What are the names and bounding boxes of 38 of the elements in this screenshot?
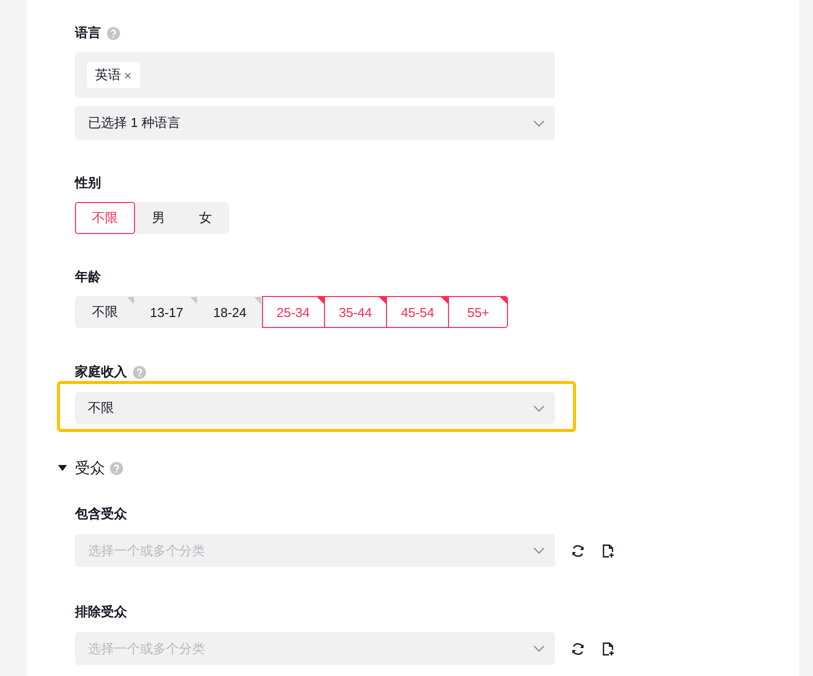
age-option[interactable]: 45-54 bbox=[386, 296, 450, 328]
corner-mark-icon bbox=[127, 297, 134, 304]
corner-mark-icon bbox=[500, 297, 508, 304]
chevron-down-icon bbox=[533, 547, 545, 554]
chevron-down-icon bbox=[533, 645, 545, 652]
income-dropdown[interactable]: 不限 bbox=[75, 392, 555, 424]
corner-mark-icon bbox=[379, 297, 386, 304]
caret-icon[interactable] bbox=[58, 465, 67, 471]
file-add-icon[interactable] bbox=[601, 642, 615, 656]
language-dropdown[interactable]: 已选择 1 种语言 bbox=[75, 106, 555, 140]
refresh-icon[interactable] bbox=[571, 544, 585, 558]
file-add-icon[interactable] bbox=[601, 544, 615, 558]
tag-label: 英语 bbox=[95, 66, 121, 84]
chevron-down-icon bbox=[533, 120, 545, 126]
age-option[interactable]: 55+ bbox=[448, 296, 508, 328]
field-label: 排除受众 bbox=[75, 603, 127, 621]
age-option[interactable]: 35-44 bbox=[324, 296, 387, 328]
age-option[interactable]: 13-17 bbox=[135, 296, 198, 328]
age-option[interactable]: 18-24 bbox=[198, 296, 262, 328]
corner-mark-icon bbox=[441, 297, 448, 304]
section-title[interactable]: 受众 bbox=[75, 458, 105, 478]
language-input[interactable]: 英语 × bbox=[75, 52, 555, 98]
age-option[interactable]: 不限 bbox=[75, 296, 135, 328]
field-label: 家庭收入 bbox=[75, 363, 127, 381]
field-label: 年龄 bbox=[75, 268, 101, 286]
gender-option[interactable]: 男 bbox=[135, 202, 182, 234]
field-label: 性别 bbox=[75, 174, 101, 192]
gender-option[interactable]: 不限 bbox=[75, 202, 135, 234]
refresh-icon[interactable] bbox=[571, 642, 585, 656]
chevron-down-icon bbox=[533, 404, 545, 412]
age-option[interactable]: 25-34 bbox=[262, 296, 325, 328]
field-label: 包含受众 bbox=[75, 505, 127, 523]
corner-mark-icon bbox=[316, 297, 324, 304]
corner-mark-icon bbox=[254, 297, 260, 304]
field-label: 语言 bbox=[75, 24, 101, 42]
remove-tag-button[interactable]: × bbox=[124, 68, 132, 82]
gender-option[interactable]: 女 bbox=[182, 202, 229, 234]
corner-mark-icon bbox=[190, 297, 198, 304]
